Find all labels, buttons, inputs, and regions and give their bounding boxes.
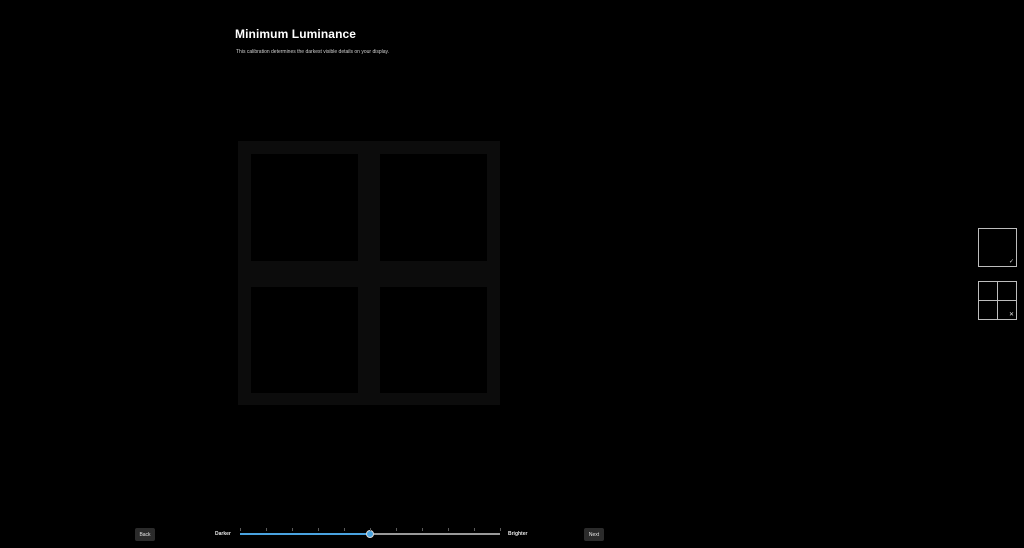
calibration-pattern (238, 141, 500, 405)
slider-tick (474, 528, 475, 531)
calibration-page: Minimum Luminance This calibration deter… (0, 0, 1024, 548)
checkmark-icon: ✓ (1008, 259, 1014, 265)
pattern-quadrant-bottom-right (380, 287, 487, 393)
pattern-quadrant-top-right (380, 154, 487, 261)
page-title: Minimum Luminance (235, 27, 357, 41)
grid-divider-horizontal (979, 300, 1016, 301)
slider-tick (500, 528, 501, 531)
cross-icon: ✕ (1008, 312, 1014, 318)
slider-tick (318, 528, 319, 531)
slider-darker-label: Darker (215, 531, 231, 537)
reference-good-thumbnail: ✓ (978, 228, 1017, 267)
slider-tick (292, 528, 293, 531)
slider-tick (344, 528, 345, 531)
pattern-quadrant-bottom-left (251, 287, 358, 393)
page-description: This calibration determines the darkest … (236, 49, 390, 55)
slider-tick (240, 528, 241, 531)
slider-tick (370, 528, 371, 531)
slider-thumb[interactable] (366, 530, 374, 538)
reference-bad-thumbnail: ✕ (978, 281, 1017, 320)
slider-tick (448, 528, 449, 531)
next-button[interactable]: Next (584, 528, 604, 541)
pattern-quadrant-top-left (251, 154, 358, 261)
back-button[interactable]: Back (135, 528, 155, 541)
slider-tick (396, 528, 397, 531)
slider-brighter-label: Brighter (508, 531, 528, 537)
slider-track-fill (240, 533, 370, 535)
slider-tick (266, 528, 267, 531)
slider-tick (422, 528, 423, 531)
